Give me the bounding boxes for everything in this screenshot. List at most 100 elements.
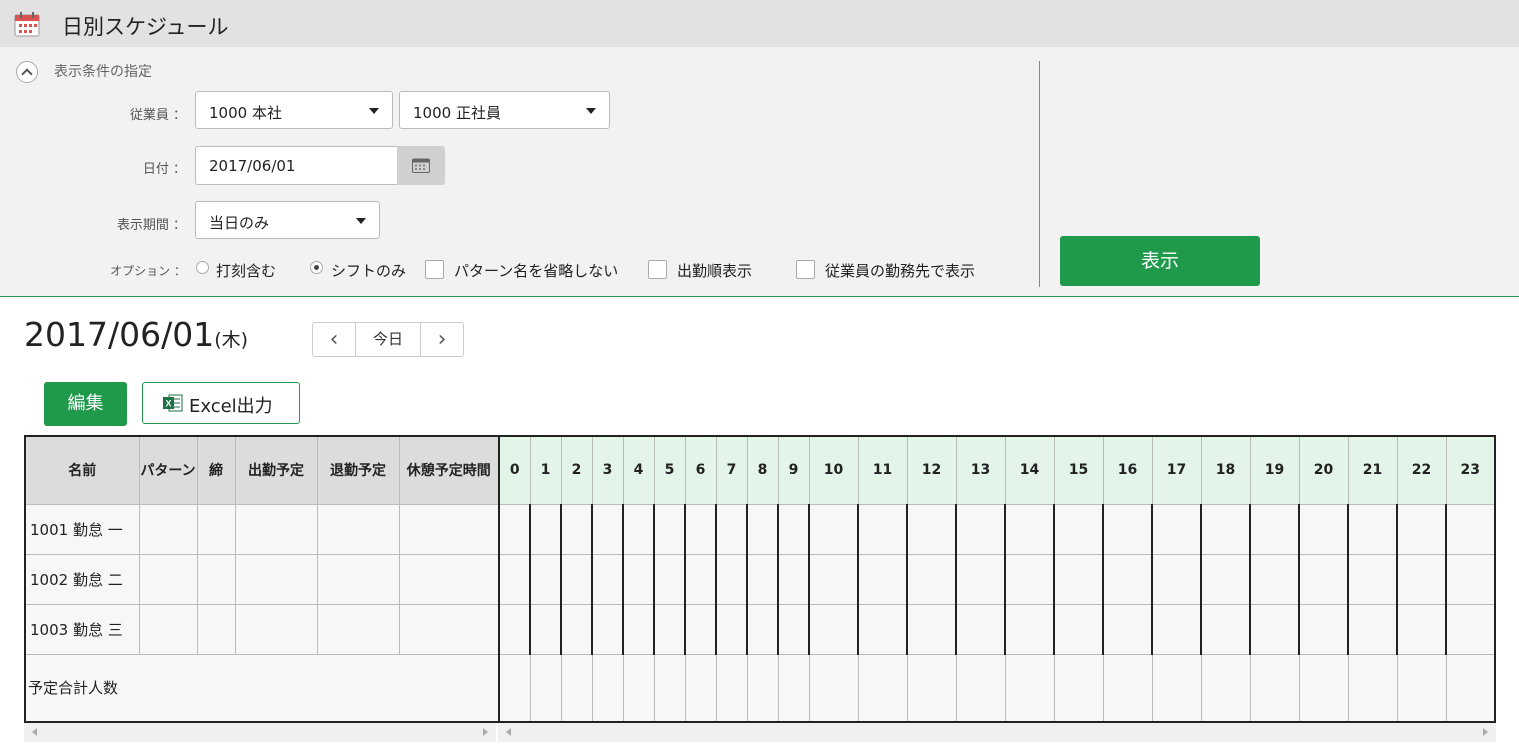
hour-cell[interactable] [746, 553, 779, 605]
hour-cell[interactable] [529, 553, 562, 605]
hour-cell[interactable] [777, 553, 810, 605]
hour-cell[interactable] [498, 603, 531, 655]
hour-cell[interactable] [1347, 553, 1398, 605]
employee-name-cell[interactable]: 1002 勤怠 二 [24, 553, 140, 605]
hour-cell[interactable] [1102, 553, 1153, 605]
hour-cell[interactable] [622, 553, 655, 605]
check-workplace[interactable] [796, 260, 815, 279]
hour-cell[interactable] [1445, 503, 1496, 555]
employee-type-select[interactable]: 1000 正社員 [399, 91, 610, 129]
employee-name-cell[interactable]: 1001 勤怠 一 [24, 503, 140, 555]
hour-cell[interactable] [684, 553, 717, 605]
hour-cell[interactable] [1200, 503, 1251, 555]
hour-cell[interactable] [560, 603, 593, 655]
hour-cell[interactable] [746, 503, 779, 555]
hour-cell[interactable] [777, 503, 810, 555]
schedule-cell[interactable] [138, 603, 198, 655]
edit-button[interactable]: 編集 [44, 382, 127, 426]
schedule-cell[interactable] [398, 503, 500, 555]
hour-cell[interactable] [1004, 603, 1055, 655]
schedule-cell[interactable] [234, 603, 318, 655]
schedule-cell[interactable] [234, 503, 318, 555]
hour-cell[interactable] [1151, 553, 1202, 605]
check-order[interactable] [648, 260, 667, 279]
hour-cell[interactable] [715, 503, 748, 555]
hour-cell[interactable] [1053, 553, 1104, 605]
hour-cell[interactable] [560, 503, 593, 555]
hour-cell[interactable] [1347, 503, 1398, 555]
hour-cell[interactable] [1004, 503, 1055, 555]
schedule-cell[interactable] [234, 553, 318, 605]
hour-cell[interactable] [1102, 503, 1153, 555]
hour-cell[interactable] [684, 503, 717, 555]
hour-cell[interactable] [1200, 553, 1251, 605]
hour-cell[interactable] [653, 503, 686, 555]
hour-cell[interactable] [591, 553, 624, 605]
radio-stamp[interactable] [196, 261, 209, 274]
hour-cell[interactable] [955, 553, 1006, 605]
hour-cell[interactable] [906, 553, 957, 605]
schedule-cell[interactable] [196, 553, 236, 605]
hour-cell[interactable] [684, 603, 717, 655]
hour-cell[interactable] [857, 503, 908, 555]
hour-cell[interactable] [906, 503, 957, 555]
period-select[interactable]: 当日のみ [195, 201, 380, 239]
hour-cell[interactable] [808, 503, 859, 555]
left-scrollbar[interactable] [24, 723, 496, 742]
hour-cell[interactable] [857, 603, 908, 655]
hour-cell[interactable] [622, 503, 655, 555]
hour-cell[interactable] [1396, 503, 1447, 555]
schedule-cell[interactable] [316, 503, 400, 555]
hour-cell[interactable] [1249, 553, 1300, 605]
hour-cell[interactable] [498, 553, 531, 605]
hour-cell[interactable] [653, 603, 686, 655]
hour-cell[interactable] [591, 503, 624, 555]
hour-cell[interactable] [746, 603, 779, 655]
hour-cell[interactable] [1151, 603, 1202, 655]
collapse-toggle-icon[interactable] [16, 61, 38, 83]
hour-cell[interactable] [1151, 503, 1202, 555]
hour-cell[interactable] [955, 503, 1006, 555]
hour-cell[interactable] [1249, 603, 1300, 655]
hour-cell[interactable] [1347, 603, 1398, 655]
hour-cell[interactable] [1298, 553, 1349, 605]
schedule-cell[interactable] [196, 603, 236, 655]
hour-cell[interactable] [808, 553, 859, 605]
excel-export-button[interactable]: X Excel出力 [142, 382, 300, 424]
hour-cell[interactable] [622, 603, 655, 655]
hour-cell[interactable] [653, 553, 686, 605]
hour-cell[interactable] [906, 603, 957, 655]
check-pattern-full[interactable] [425, 260, 444, 279]
schedule-cell[interactable] [398, 553, 500, 605]
prev-day-button[interactable]: ‹ [313, 323, 355, 356]
hour-cell[interactable] [1102, 603, 1153, 655]
hour-cell[interactable] [560, 553, 593, 605]
schedule-cell[interactable] [196, 503, 236, 555]
hour-cell[interactable] [1298, 503, 1349, 555]
hour-cell[interactable] [777, 603, 810, 655]
hour-cell[interactable] [857, 553, 908, 605]
hour-cell[interactable] [1396, 553, 1447, 605]
next-day-button[interactable]: › [421, 323, 463, 356]
hour-cell[interactable] [715, 603, 748, 655]
show-button[interactable]: 表示 [1060, 236, 1260, 286]
date-picker-button[interactable] [397, 146, 445, 185]
hour-cell[interactable] [1053, 503, 1104, 555]
hour-cell[interactable] [1445, 553, 1496, 605]
hour-cell[interactable] [1004, 553, 1055, 605]
hour-cell[interactable] [1298, 603, 1349, 655]
hour-cell[interactable] [591, 603, 624, 655]
hour-cell[interactable] [529, 603, 562, 655]
employee-org-select[interactable]: 1000 本社 [195, 91, 393, 129]
hour-cell[interactable] [1053, 603, 1104, 655]
hour-cell[interactable] [1200, 603, 1251, 655]
schedule-cell[interactable] [398, 603, 500, 655]
hour-cell[interactable] [1445, 603, 1496, 655]
right-scrollbar[interactable] [498, 723, 1496, 742]
hour-cell[interactable] [955, 603, 1006, 655]
hour-cell[interactable] [498, 503, 531, 555]
hour-cell[interactable] [1249, 503, 1300, 555]
schedule-cell[interactable] [138, 503, 198, 555]
radio-shift-only[interactable] [310, 261, 323, 274]
hour-cell[interactable] [1396, 603, 1447, 655]
